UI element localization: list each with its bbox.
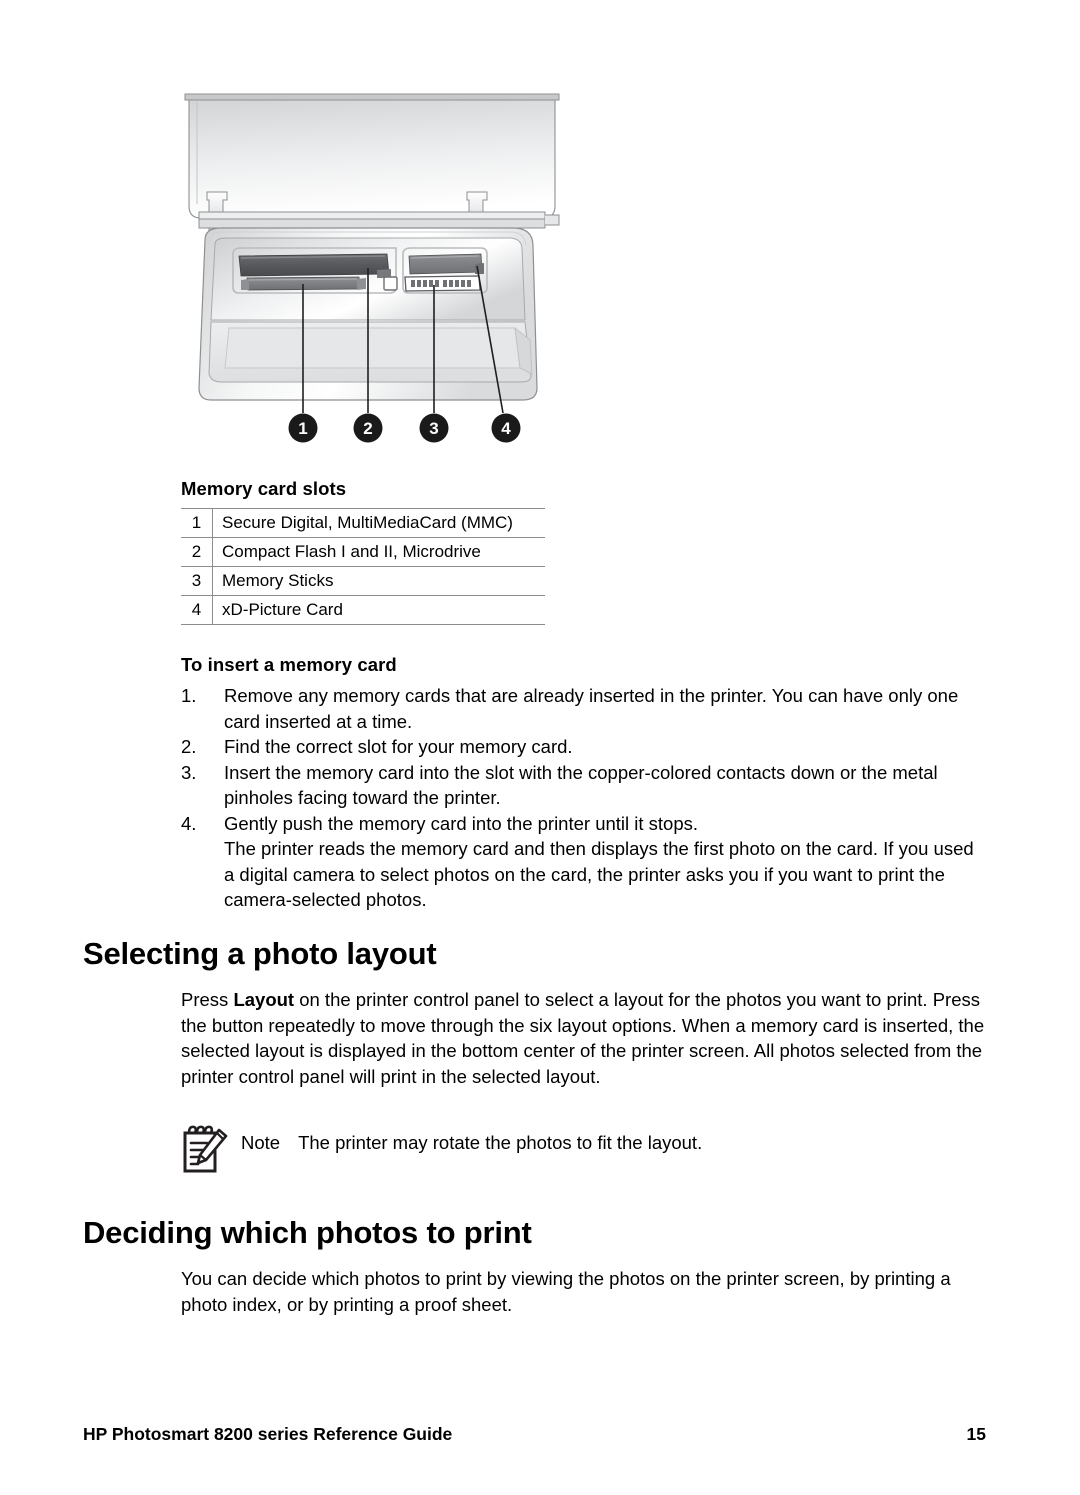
step-text: Gently push the memory card into the pri… xyxy=(224,812,699,834)
step-text-group: Gently push the memory card into the pri… xyxy=(224,811,986,913)
step-text: Insert the memory card into the slot wit… xyxy=(224,761,938,809)
printer-output-tray xyxy=(208,321,533,383)
table-row: 3 Memory Sticks xyxy=(181,566,545,596)
note-body: Note The printer may rotate the photos t… xyxy=(241,1126,702,1156)
document-page: 1 2 3 4 Memory card slots 1 Secure Digit… xyxy=(0,0,1080,1495)
list-item: 3. Insert the memory card into the slot … xyxy=(181,760,986,811)
callout-marker-2: 2 xyxy=(353,413,383,443)
list-item: 4. Gently push the memory card into the … xyxy=(181,811,986,913)
step-number: 3. xyxy=(181,761,197,783)
table-row: 2 Compact Flash I and II, Microdrive xyxy=(181,537,545,567)
callout-markers: 1 2 3 4 xyxy=(288,413,521,443)
insert-memory-card-steps: 1. Remove any memory cards that are alre… xyxy=(181,683,986,913)
step-text: Find the correct slot for your memory ca… xyxy=(224,736,573,757)
step-text: Remove any memory cards that are already… xyxy=(224,685,959,732)
callout-marker-1: 1 xyxy=(288,413,318,443)
note-label: Note xyxy=(241,1132,281,1153)
svg-text:4: 4 xyxy=(501,419,511,438)
page-footer: HP Photosmart 8200 series Reference Guid… xyxy=(83,1424,986,1445)
slot-label: Memory Sticks xyxy=(222,571,334,590)
slot-label: Compact Flash I and II, Microdrive xyxy=(222,542,481,561)
memory-card-slots-table: 1 Secure Digital, MultiMediaCard (MMC) 2… xyxy=(181,508,545,625)
callout-marker-3: 3 xyxy=(419,413,449,443)
page-title-deciding-which-photos-to-print: Deciding which photos to print xyxy=(83,1215,532,1250)
step-number: 4. xyxy=(181,812,197,834)
paragraph-text-after-bold: on the printer control panel to select a… xyxy=(181,989,985,1087)
callout-marker-4: 4 xyxy=(491,413,521,443)
svg-text:1: 1 xyxy=(298,419,307,438)
footer-title: HP Photosmart 8200 series Reference Guid… xyxy=(83,1424,453,1444)
note-text: The printer may rotate the photos to fit… xyxy=(298,1132,703,1153)
layout-button-name: Layout xyxy=(233,989,295,1010)
svg-text:3: 3 xyxy=(429,419,438,438)
paragraph-text-before-bold: Press xyxy=(181,989,234,1010)
table-row: 4 xD-Picture Card xyxy=(181,595,545,625)
step-number: 2. xyxy=(181,736,197,757)
slot-label: Secure Digital, MultiMediaCard (MMC) xyxy=(222,513,513,532)
slot-number: 1 xyxy=(181,508,213,538)
memory-card-led-indicator xyxy=(383,276,398,291)
printer-hinge-bar xyxy=(198,211,560,229)
page-title-selecting-a-photo-layout: Selecting a photo layout xyxy=(83,936,437,971)
printer-memory-card-slots-illustration: 1 2 3 4 xyxy=(181,88,563,462)
svg-text:2: 2 xyxy=(363,419,372,438)
slot-number: 3 xyxy=(181,566,213,596)
layout-section-paragraph: Press Layout on the printer control pane… xyxy=(181,987,986,1089)
step-number: 1. xyxy=(181,685,197,706)
table-row: 1 Secure Digital, MultiMediaCard (MMC) xyxy=(181,508,545,538)
insert-memory-card-heading: To insert a memory card xyxy=(181,654,397,675)
list-item: 2. Find the correct slot for your memory… xyxy=(181,734,986,760)
slot-number: 2 xyxy=(181,537,213,567)
xd-picture-card-slot xyxy=(408,253,484,275)
list-item: 1. Remove any memory cards that are alre… xyxy=(181,683,986,734)
deciding-section-paragraph: You can decide which photos to print by … xyxy=(181,1268,951,1315)
printer-lid xyxy=(184,93,560,219)
footer-page-number: 15 xyxy=(966,1424,986,1444)
memory-stick-slot xyxy=(404,275,481,292)
note-icon xyxy=(181,1124,241,1182)
memory-card-slots-caption: Memory card slots xyxy=(181,478,347,499)
slot-label: xD-Picture Card xyxy=(222,600,343,619)
note-block: Note The printer may rotate the photos t… xyxy=(181,1124,986,1182)
slot-number: 4 xyxy=(181,595,213,625)
step-extra-text: The printer reads the memory card and th… xyxy=(224,838,974,910)
